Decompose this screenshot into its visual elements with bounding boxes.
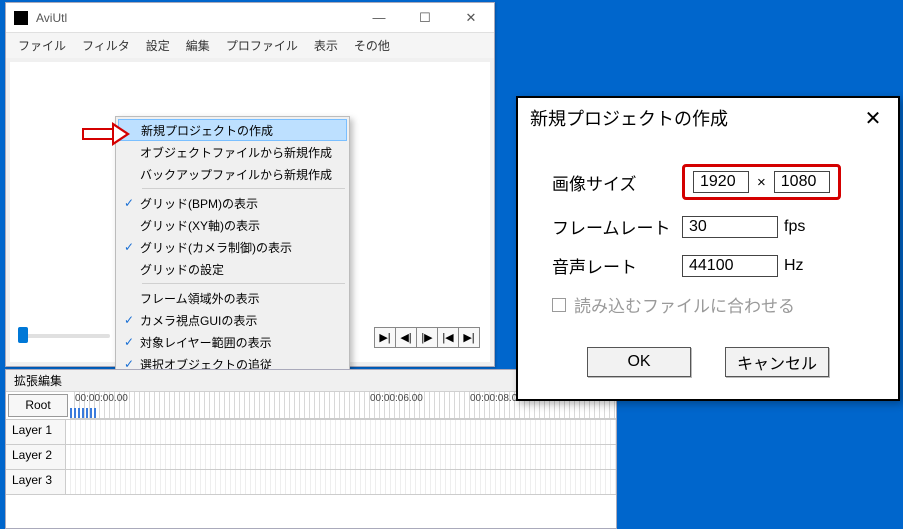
annotation-arrow	[82, 122, 130, 146]
transport-btn-1[interactable]: ◀|	[395, 327, 417, 348]
check-icon: ✓	[120, 196, 138, 210]
ctx-item[interactable]: オブジェクトファイルから新規作成	[118, 141, 347, 163]
ok-button[interactable]: OK	[587, 347, 691, 377]
ctx-item[interactable]: ✓グリッド(カメラ制御)の表示	[118, 236, 347, 258]
ctx-item[interactable]: グリッド(XY軸)の表示	[118, 214, 347, 236]
height-input[interactable]: 1080	[774, 171, 830, 193]
timeline-root-button[interactable]: Root	[8, 394, 68, 417]
app-icon	[14, 11, 28, 25]
ctx-item-label: バックアップファイルから新規作成	[138, 166, 332, 183]
maximize-button[interactable]: ☐	[402, 3, 448, 33]
ctx-item-label: グリッド(BPM)の表示	[138, 195, 258, 212]
audiorate-input[interactable]: 44100	[682, 255, 778, 277]
layer-label: Layer 2	[6, 445, 66, 469]
layer-label: Layer 1	[6, 420, 66, 444]
ctx-item-label: グリッド(カメラ制御)の表示	[138, 239, 292, 256]
transport-btn-0[interactable]: ▶|	[374, 327, 396, 348]
menubar: ファイルフィルタ設定編集プロファイル表示その他	[6, 33, 494, 58]
ctx-separator	[142, 188, 345, 189]
close-button[interactable]: ✕	[448, 3, 494, 33]
ctx-item[interactable]: フレーム領域外の表示	[118, 287, 347, 309]
ctx-item-label: フレーム領域外の表示	[138, 290, 260, 307]
ctx-item[interactable]: ✓グリッド(BPM)の表示	[118, 192, 347, 214]
seek-slider-rail[interactable]	[20, 334, 110, 338]
menu-2[interactable]: 設定	[140, 35, 176, 56]
check-icon: ✓	[120, 335, 138, 349]
framerate-input[interactable]: 30	[682, 216, 778, 238]
timeline-layers: Layer 1Layer 2Layer 3	[6, 420, 616, 495]
layer-label: Layer 3	[6, 470, 66, 494]
layer-row[interactable]: Layer 1	[6, 420, 616, 445]
layer-track[interactable]	[66, 420, 616, 444]
ctx-item-label: オブジェクトファイルから新規作成	[138, 144, 332, 161]
seek-slider-thumb[interactable]	[18, 327, 28, 343]
ctx-item-label: グリッドの設定	[138, 261, 224, 278]
transport-btn-3[interactable]: |◀	[437, 327, 459, 348]
hz-unit: Hz	[784, 257, 804, 275]
titlebar: AviUtl — ☐ ✕	[6, 3, 494, 33]
transport-btn-4[interactable]: ▶|	[458, 327, 480, 348]
width-input[interactable]: 1920	[693, 171, 749, 193]
menu-4[interactable]: プロファイル	[220, 35, 304, 56]
framerate-label: フレームレート	[552, 214, 682, 239]
audiorate-label: 音声レート	[552, 253, 682, 278]
transport-btn-2[interactable]: |▶	[416, 327, 438, 348]
layer-track[interactable]	[66, 445, 616, 469]
menu-3[interactable]: 編集	[180, 35, 216, 56]
transport-controls: ▶|◀||▶|◀▶|	[375, 327, 480, 348]
layer-row[interactable]: Layer 2	[6, 445, 616, 470]
ctx-item-label: 新規プロジェクトの作成	[139, 122, 273, 139]
check-icon: ✓	[120, 240, 138, 254]
new-project-dialog: 新規プロジェクトの作成 ✕ 画像サイズ 1920 × 1080 フレームレート …	[516, 96, 900, 401]
timeline-cursor-icon	[70, 408, 96, 418]
minimize-button[interactable]: —	[356, 3, 402, 33]
layer-row[interactable]: Layer 3	[6, 470, 616, 495]
time-marker: 00:00:00.00	[75, 393, 128, 404]
app-title: AviUtl	[36, 11, 356, 25]
check-icon: ✓	[120, 313, 138, 327]
time-marker: 00:00:06.00	[370, 393, 423, 404]
menu-0[interactable]: ファイル	[12, 35, 72, 56]
image-size-highlight: 1920 × 1080	[682, 164, 841, 200]
time-marker: 00:00:08.00	[470, 393, 523, 404]
ctx-item[interactable]: ✓対象レイヤー範囲の表示	[118, 331, 347, 353]
menu-6[interactable]: その他	[348, 35, 396, 56]
ctx-item[interactable]: 新規プロジェクトの作成	[118, 119, 347, 141]
ctx-separator	[142, 283, 345, 284]
match-file-label: 読み込むファイルに合わせる	[574, 292, 795, 317]
ctx-item-label: 対象レイヤー範囲の表示	[138, 334, 272, 351]
ctx-item[interactable]: バックアップファイルから新規作成	[118, 163, 347, 185]
ctx-item-label: カメラ視点GUIの表示	[138, 312, 257, 329]
match-file-checkbox[interactable]	[552, 298, 566, 312]
menu-1[interactable]: フィルタ	[76, 35, 136, 56]
ctx-item[interactable]: ✓カメラ視点GUIの表示	[118, 309, 347, 331]
layer-track[interactable]	[66, 470, 616, 494]
fps-unit: fps	[784, 218, 805, 236]
cancel-button[interactable]: キャンセル	[725, 347, 829, 377]
menu-5[interactable]: 表示	[308, 35, 344, 56]
size-mult-label: ×	[757, 174, 766, 191]
ctx-item-label: グリッド(XY軸)の表示	[138, 217, 260, 234]
dialog-close-icon[interactable]: ✕	[860, 105, 886, 131]
image-size-label: 画像サイズ	[552, 170, 682, 195]
dialog-title: 新規プロジェクトの作成	[530, 105, 860, 131]
ctx-item[interactable]: グリッドの設定	[118, 258, 347, 280]
